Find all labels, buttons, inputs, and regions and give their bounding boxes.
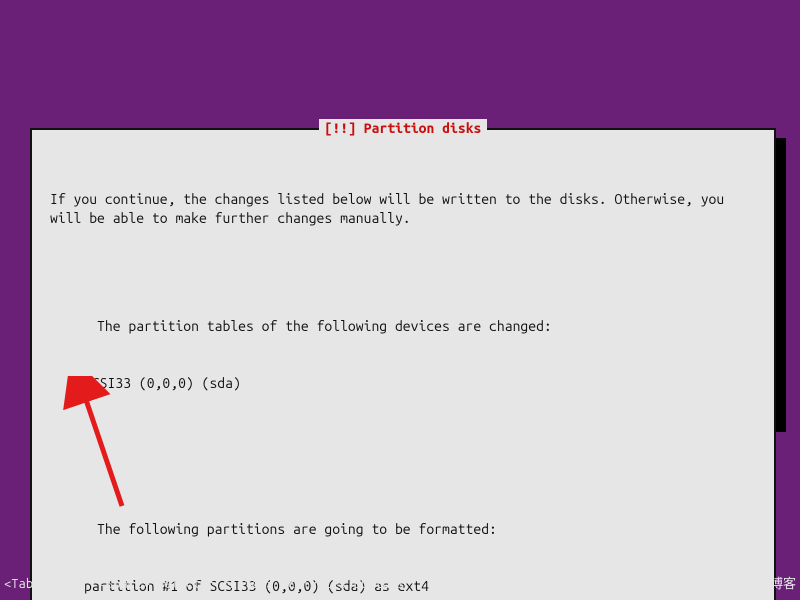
partition-disks-dialog: [!!] Partition disks If you continue, th… [30, 128, 776, 600]
footer-bar: <Tab> moves; <Space> selects; <Enter> ac… [4, 576, 796, 594]
keyboard-help-text: <Tab> moves; <Space> selects; <Enter> ac… [4, 576, 404, 594]
dialog-title-row: [!!] Partition disks [32, 119, 774, 138]
dialog-title: [!!] Partition disks [319, 119, 488, 138]
changed-tables-heading: The partition tables of the following de… [97, 318, 552, 334]
changed-tables-block: The partition tables of the following de… [50, 298, 756, 430]
watermark-text: @51CTO博客 [726, 576, 796, 594]
changed-tables-item: SCSI33 (0,0,0) (sda) [50, 374, 756, 393]
format-partitions-heading: The following partitions are going to be… [97, 521, 497, 537]
confirm-warning-text: If you continue, the changes listed belo… [50, 190, 756, 228]
dialog-body: If you continue, the changes listed belo… [32, 138, 774, 600]
